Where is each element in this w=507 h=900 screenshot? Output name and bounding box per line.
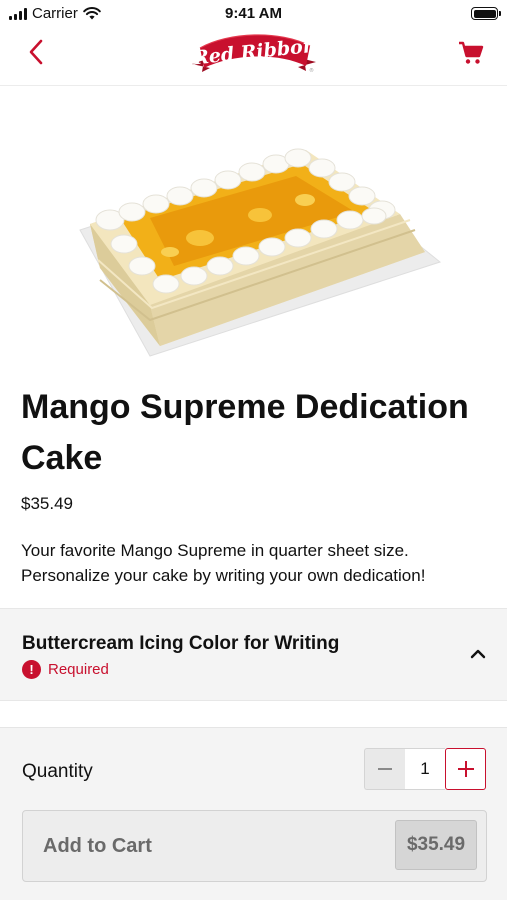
- quantity-value[interactable]: 1: [405, 748, 445, 790]
- add-to-cart-price: $35.49: [395, 820, 477, 870]
- required-indicator: ! Required: [22, 660, 109, 679]
- increment-button[interactable]: [445, 748, 486, 790]
- chevron-up-icon[interactable]: [467, 645, 489, 663]
- plus-icon: [457, 761, 474, 777]
- quantity-stepper[interactable]: 1: [364, 748, 487, 790]
- mango-cake-image: [79, 148, 442, 357]
- cart-button[interactable]: [453, 36, 489, 70]
- product-price: $35.49: [21, 494, 73, 513]
- required-label: Required: [48, 661, 109, 678]
- back-button[interactable]: [18, 34, 54, 70]
- quantity-label: Quantity: [22, 761, 93, 782]
- option-title: Buttercream Icing Color for Writing: [22, 633, 340, 654]
- chevron-left-icon: [29, 39, 43, 65]
- nav-bar: Red Ribbon ®: [0, 26, 507, 86]
- status-bar: Carrier 9:41 AM: [0, 0, 507, 26]
- icing-color-option[interactable]: Buttercream Icing Color for Writing ! Re…: [0, 608, 507, 701]
- product-title: Mango Supreme Dedication Cake: [21, 388, 469, 477]
- add-to-cart-label: Add to Cart: [43, 835, 152, 857]
- exclamation-circle-icon: !: [22, 660, 41, 679]
- svg-text:®: ®: [309, 67, 314, 74]
- decrement-button[interactable]: [364, 748, 405, 790]
- add-to-cart-button[interactable]: Add to Cart $35.49: [22, 810, 487, 882]
- cart-icon: [459, 41, 484, 64]
- cart-panel: Quantity 1 Add to Cart $35.49: [0, 727, 507, 900]
- product-description: Your favorite Mango Supreme in quarter s…: [21, 541, 426, 585]
- status-time: 9:41 AM: [225, 5, 282, 22]
- minus-icon: [378, 768, 392, 770]
- red-ribbon-logo[interactable]: Red Ribbon ®: [188, 26, 320, 80]
- battery-icon: [471, 7, 501, 20]
